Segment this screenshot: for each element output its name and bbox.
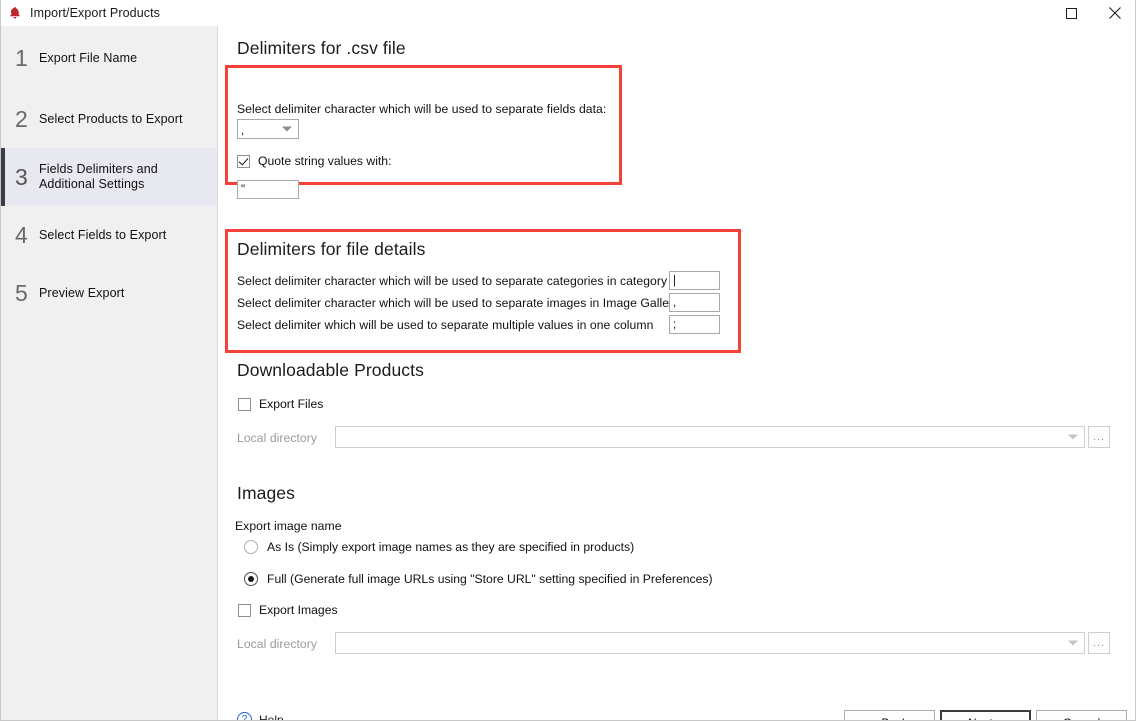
step-label: Fields Delimiters and Additional Setting…	[39, 162, 158, 191]
category-tree-delimiter-input[interactable]	[669, 271, 720, 290]
step-number: 3	[15, 163, 28, 190]
quote-string-values-checkbox[interactable]	[237, 154, 250, 168]
downloadable-browse-button[interactable]: ...	[1088, 426, 1110, 448]
export-files-checkbox[interactable]	[238, 397, 251, 411]
import-export-products-window: Import/Export Products 1 Export File Nam…	[0, 0, 1136, 721]
step-number: 1	[15, 45, 28, 71]
app-bell-icon	[7, 5, 23, 21]
image-gallery-delimiter-label: Select delimiter character which will be…	[237, 296, 680, 310]
sidebar-step-1[interactable]: 1 Export File Name	[1, 26, 217, 91]
step-label: Select Products to Export	[39, 112, 183, 126]
main-content: Delimiters for .csv file Select delimite…	[219, 26, 1135, 721]
category-tree-delimiter-label: Select delimiter character which will be…	[237, 274, 692, 288]
radio-as-is-label: As Is (Simply export image names as they…	[267, 540, 635, 554]
back-button[interactable]: < Back	[844, 710, 935, 721]
csv-section-title: Delimiters for .csv file	[237, 38, 406, 58]
step-label: Select Fields to Export	[39, 227, 167, 242]
quote-string-values-label: Quote string values with:	[258, 154, 392, 168]
browse-ellipsis-label: ...	[1092, 430, 1106, 443]
sidebar-step-4[interactable]: 4 Select Fields to Export	[1, 206, 217, 264]
file-details-section-title: Delimiters for file details	[237, 239, 426, 259]
cancel-button[interactable]: Cancel	[1036, 710, 1127, 721]
export-files-label: Export Files	[259, 397, 324, 411]
window-controls	[1049, 0, 1135, 26]
images-section-title: Images	[237, 483, 295, 503]
quote-character-input[interactable]	[237, 180, 299, 199]
multivalue-delimiter-label: Select delimiter which will be used to s…	[237, 318, 654, 332]
chevron-down-icon	[1068, 640, 1078, 646]
images-local-directory-label: Local directory	[237, 637, 318, 651]
maximize-icon[interactable]	[1049, 0, 1093, 26]
downloadable-local-directory-combobox[interactable]	[335, 426, 1085, 448]
export-image-name-label: Export image name	[235, 519, 342, 533]
radio-as-is-row[interactable]: As Is (Simply export image names as they…	[244, 540, 634, 554]
export-images-checkbox[interactable]	[238, 603, 251, 617]
step-number: 4	[15, 221, 28, 248]
wizard-sidebar: 1 Export File Name 2 Select Products to …	[1, 26, 218, 720]
field-delimiter-value: ,	[241, 125, 245, 137]
browse-ellipsis-label: ...	[1092, 636, 1106, 649]
help-label: Help	[259, 712, 284, 721]
help-link[interactable]: ? Help	[237, 712, 284, 721]
question-mark-icon: ?	[237, 712, 252, 720]
next-button[interactable]: Next >	[940, 710, 1031, 721]
quote-string-values-checkbox-row[interactable]: Quote string values with:	[237, 154, 391, 168]
step-number: 5	[15, 279, 28, 306]
window-title: Import/Export Products	[30, 6, 161, 20]
downloadable-local-directory-label: Local directory	[237, 431, 318, 445]
title-bar: Import/Export Products	[1, 0, 1135, 26]
images-browse-button[interactable]: ...	[1088, 632, 1110, 654]
image-gallery-delimiter-input[interactable]	[669, 293, 720, 312]
back-button-label: < Back	[871, 716, 908, 721]
radio-full-label: Full (Generate full image URLs using "St…	[267, 572, 713, 586]
images-local-directory-combobox[interactable]	[335, 632, 1085, 654]
downloadable-section-title: Downloadable Products	[237, 360, 424, 380]
chevron-down-icon	[282, 126, 292, 132]
export-files-checkbox-row[interactable]: Export Files	[238, 397, 323, 411]
radio-full-row[interactable]: Full (Generate full image URLs using "St…	[244, 572, 713, 586]
next-button-label: Next >	[968, 716, 1003, 721]
field-delimiter-combobox[interactable]: ,	[237, 119, 299, 139]
downloadable-local-directory-value	[336, 446, 342, 447]
images-local-directory-value	[336, 652, 342, 653]
sidebar-step-2[interactable]: 2 Select Products to Export	[1, 91, 217, 148]
chevron-down-icon	[1068, 434, 1078, 440]
step-label: Preview Export	[39, 285, 125, 300]
multivalue-delimiter-input[interactable]	[669, 315, 720, 334]
step-number: 2	[15, 106, 28, 132]
step-label: Export File Name	[39, 51, 138, 65]
export-images-checkbox-row[interactable]: Export Images	[238, 603, 338, 617]
field-delimiter-label: Select delimiter character which will be…	[237, 102, 607, 116]
sidebar-step-3[interactable]: 3 Fields Delimiters and Additional Setti…	[1, 148, 217, 206]
export-images-label: Export Images	[259, 603, 338, 617]
sidebar-step-5[interactable]: 5 Preview Export	[1, 264, 217, 322]
close-icon[interactable]	[1093, 0, 1135, 26]
radio-as-is[interactable]	[244, 540, 258, 554]
cancel-button-label: Cancel	[1063, 716, 1100, 721]
radio-full[interactable]	[244, 572, 258, 586]
